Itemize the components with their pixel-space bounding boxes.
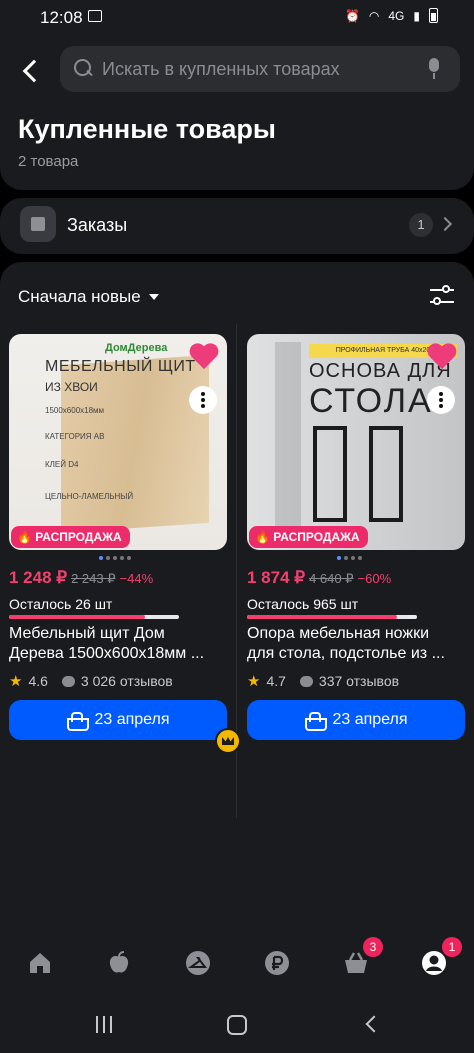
reviews-count: 337 отзывов xyxy=(318,673,400,689)
reviews-icon xyxy=(61,675,75,687)
basket-icon xyxy=(66,712,90,731)
product-image[interactable]: ДомДерева МЕБЕЛЬНЫЙ ЩИТ ИЗ ХВОИ 1500x600… xyxy=(9,334,227,550)
photo-side-strip xyxy=(275,342,301,528)
reviews-count: 3 026 отзывов xyxy=(80,673,173,689)
products-section: Сначала новые ДомДерева МЕБЕЛЬНЫЙ ЩИТ ИЗ… xyxy=(0,262,474,922)
alarm-icon: ⏰ xyxy=(344,8,360,23)
more-options-icon[interactable] xyxy=(189,386,217,414)
orders-count-badge: 1 xyxy=(409,213,433,237)
battery-icon xyxy=(429,8,438,23)
gallery-notification-icon xyxy=(88,10,102,22)
page-title: Купленные товары xyxy=(18,114,276,144)
image-spec: ЦЕЛЬНО-ЛАМЕЛЬНЫЙ xyxy=(45,492,134,501)
delivery-date: 23 апреля xyxy=(94,711,170,728)
fresh-icon[interactable] xyxy=(106,950,132,976)
product-name[interactable]: Опора мебельная ножки для стола, подстол… xyxy=(247,624,465,664)
favorite-heart-icon[interactable] xyxy=(189,342,219,372)
filter-icon[interactable] xyxy=(430,284,454,308)
old-price: 2 243 ₽ xyxy=(71,571,116,586)
profile-icon[interactable] xyxy=(421,950,447,976)
status-bar: 12:08 ⏰ ◠ 4G ▮ xyxy=(0,0,474,34)
back-button[interactable] xyxy=(20,56,44,84)
status-time: 12:08 xyxy=(40,8,83,27)
system-navigation-bar xyxy=(0,1010,474,1053)
sort-label: Сначала новые xyxy=(18,287,141,306)
image-caption: ИЗ ХВОИ xyxy=(45,380,98,394)
basket-icon xyxy=(304,712,328,731)
image-caption: МЕБЕЛЬНЫЙ ЩИТ xyxy=(45,358,196,375)
rating-value: 4.6 xyxy=(28,673,48,689)
caret-down-icon xyxy=(148,294,159,300)
discount: −60% xyxy=(357,571,392,586)
chevron-right-icon xyxy=(437,216,453,232)
cart-badge: 3 xyxy=(363,937,383,957)
star-icon: ★ xyxy=(9,673,23,690)
image-pagination-dots xyxy=(337,556,362,560)
image-caption: СТОЛА xyxy=(309,382,433,420)
rating-row: ★ 4.7 337 отзывов xyxy=(247,672,399,690)
reviews-icon xyxy=(299,675,313,687)
stock-progress-bar xyxy=(9,615,179,619)
stock-text: Осталось 26 шт xyxy=(9,596,113,612)
price: 1 248 ₽ xyxy=(9,568,68,587)
brand-logo: ДомДерева xyxy=(105,342,168,354)
price: 1 874 ₽ xyxy=(247,568,306,587)
delivery-button[interactable]: 23 апреля xyxy=(247,700,465,740)
network-type: 4G xyxy=(388,8,405,23)
discount: −44% xyxy=(119,571,154,586)
wifi-icon: ◠ xyxy=(368,8,380,23)
sort-dropdown[interactable]: Сначала новые xyxy=(18,287,159,307)
stock-progress-bar xyxy=(247,615,417,619)
ruble-icon[interactable] xyxy=(264,950,290,976)
search-placeholder: Искать в купленных товарах xyxy=(102,59,340,79)
back-nav-icon[interactable] xyxy=(365,1015,383,1033)
hanger-icon[interactable] xyxy=(185,950,211,976)
favorite-heart-icon[interactable] xyxy=(427,342,457,372)
image-spec: КЛЕЙ D4 xyxy=(45,460,79,469)
orders-label: Заказы xyxy=(67,215,128,235)
delivery-button[interactable]: 23 апреля xyxy=(9,700,227,740)
table-leg-picture xyxy=(313,426,347,522)
delivery-date: 23 апреля xyxy=(332,711,408,728)
product-name[interactable]: Мебельный щит Дом Дерева 1500x600x18мм .… xyxy=(9,624,227,664)
table-leg-picture xyxy=(369,426,403,522)
rating-value: 4.7 xyxy=(266,673,286,689)
status-icons: ⏰ ◠ 4G ▮ xyxy=(345,8,438,23)
recent-apps-icon[interactable] xyxy=(96,1016,114,1034)
bottom-tab-bar: 3 1 xyxy=(0,922,474,1010)
more-options-icon[interactable] xyxy=(427,386,455,414)
home-button-icon[interactable] xyxy=(227,1015,247,1035)
sale-badge: 🔥 РАСПРОДАЖА xyxy=(249,526,368,548)
image-spec: 1500x600x18мм xyxy=(45,406,105,415)
image-pagination-dots xyxy=(99,556,131,560)
crown-icon xyxy=(215,728,241,754)
image-spec: КАТЕГОРИЯ АВ xyxy=(45,432,105,441)
rating-row: ★ 4.6 3 026 отзывов xyxy=(9,672,173,690)
header: Искать в купленных товарах Купленные тов… xyxy=(0,34,474,190)
signal-icon: ▮ xyxy=(413,8,420,23)
profile-badge: 1 xyxy=(442,937,462,957)
home-icon[interactable] xyxy=(27,950,53,976)
star-icon: ★ xyxy=(247,673,261,690)
old-price: 4 640 ₽ xyxy=(309,571,354,586)
search-input[interactable]: Искать в купленных товарах xyxy=(60,46,460,92)
microphone-icon[interactable] xyxy=(428,58,440,80)
sale-badge: 🔥 РАСПРОДАЖА xyxy=(11,526,130,548)
orders-row[interactable]: Заказы 1 xyxy=(0,198,474,254)
stock-text: Осталось 965 шт xyxy=(247,596,359,612)
search-icon xyxy=(74,59,94,79)
box-icon xyxy=(20,206,56,242)
items-count: 2 товара xyxy=(18,153,79,170)
product-image[interactable]: ПРОФИЛЬНАЯ ТРУБА 40x20 ОСНОВА ДЛЯ СТОЛА … xyxy=(247,334,465,550)
price-row: 1 874 ₽4 640 ₽ −60% xyxy=(247,568,391,588)
price-row: 1 248 ₽2 243 ₽ −44% xyxy=(9,568,153,588)
